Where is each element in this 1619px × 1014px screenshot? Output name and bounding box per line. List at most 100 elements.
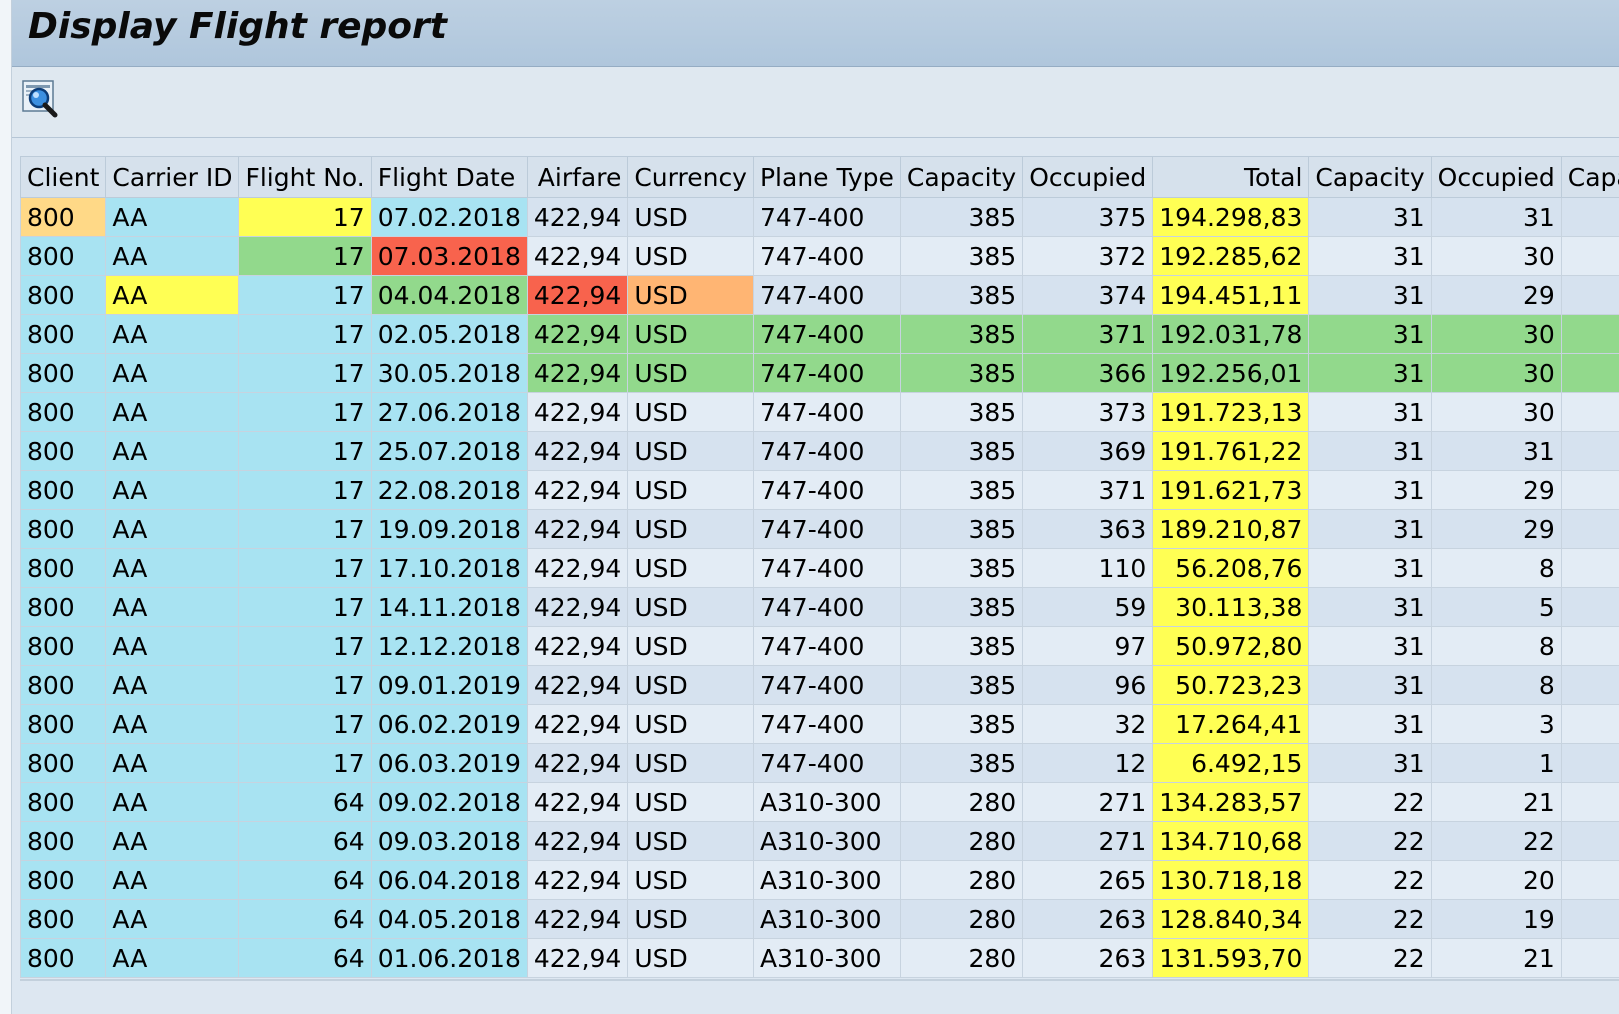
cell-capacity[interactable]: 385 <box>899 431 1024 471</box>
cell-total[interactable]: 6.492,15 <box>1152 743 1310 783</box>
cell-plane-type[interactable]: 747-400 <box>752 626 901 666</box>
cell-occupied[interactable]: 271 <box>1022 782 1154 822</box>
table-row[interactable]: 800 AA 17 06.03.2019 422,94 USD 747-400 385 12 6.… <box>19 743 1619 783</box>
cell-currency[interactable]: USD <box>627 899 754 939</box>
cell-capacity-business[interactable]: 31 <box>1308 548 1432 588</box>
cell-occupied[interactable]: 375 <box>1022 197 1154 237</box>
cell-occupied[interactable]: 97 <box>1022 626 1154 666</box>
cell-client[interactable]: 800 <box>19 197 107 237</box>
cell-capacity-business[interactable]: 31 <box>1308 704 1432 744</box>
cell-flight-no[interactable]: 17 <box>238 548 372 588</box>
cell-flight-no[interactable]: 17 <box>238 704 372 744</box>
cell-flight-date[interactable]: 06.03.2019 <box>370 743 528 783</box>
cell-capacity-first[interactable]: 21 <box>1560 431 1619 471</box>
cell-carrier-id[interactable]: AA <box>105 353 240 393</box>
cell-occupied-business[interactable]: 8 <box>1430 548 1562 588</box>
cell-plane-type[interactable]: 747-400 <box>752 314 901 354</box>
cell-occupied[interactable]: 366 <box>1022 353 1154 393</box>
cell-occupied-business[interactable]: 21 <box>1430 938 1562 978</box>
cell-plane-type[interactable]: 747-400 <box>752 431 901 471</box>
cell-client[interactable]: 800 <box>19 353 107 393</box>
cell-occupied-business[interactable]: 3 <box>1430 704 1562 744</box>
cell-capacity[interactable]: 385 <box>899 626 1024 666</box>
cell-carrier-id[interactable]: AA <box>105 860 240 900</box>
cell-flight-no[interactable]: 17 <box>238 626 372 666</box>
cell-carrier-id[interactable]: AA <box>105 548 240 588</box>
cell-total[interactable]: 128.840,34 <box>1152 899 1310 939</box>
cell-capacity[interactable]: 385 <box>899 509 1024 549</box>
cell-occupied[interactable]: 374 <box>1022 275 1154 315</box>
cell-airfare[interactable]: 422,94 <box>526 860 629 900</box>
column-header-total[interactable]: Total <box>1152 156 1310 198</box>
cell-flight-no[interactable]: 64 <box>238 938 372 978</box>
cell-client[interactable]: 800 <box>19 275 107 315</box>
cell-client[interactable]: 800 <box>19 626 107 666</box>
table-row[interactable]: 800 AA 17 19.09.2018 422,94 USD 747-400 385 363 1… <box>19 509 1619 549</box>
cell-client[interactable]: 800 <box>19 470 107 510</box>
cell-occupied[interactable]: 373 <box>1022 392 1154 432</box>
cell-currency[interactable]: USD <box>627 743 754 783</box>
cell-occupied[interactable]: 263 <box>1022 938 1154 978</box>
cell-capacity-business[interactable]: 31 <box>1308 314 1432 354</box>
cell-capacity-first[interactable]: 21 <box>1560 587 1619 627</box>
cell-capacity-business[interactable]: 31 <box>1308 587 1432 627</box>
cell-occupied[interactable]: 32 <box>1022 704 1154 744</box>
cell-capacity-first[interactable]: 21 <box>1560 743 1619 783</box>
column-header-currency[interactable]: Currency <box>627 156 754 198</box>
cell-occupied-business[interactable]: 29 <box>1430 470 1562 510</box>
cell-client[interactable]: 800 <box>19 821 107 861</box>
cell-capacity-first[interactable]: 21 <box>1560 353 1619 393</box>
cell-flight-date[interactable]: 22.08.2018 <box>370 470 528 510</box>
cell-occupied[interactable]: 371 <box>1022 314 1154 354</box>
cell-plane-type[interactable]: 747-400 <box>752 353 901 393</box>
cell-capacity-business[interactable]: 31 <box>1308 665 1432 705</box>
column-header-flight-date[interactable]: Flight Date <box>370 156 528 198</box>
cell-capacity-business[interactable]: 31 <box>1308 626 1432 666</box>
cell-client[interactable]: 800 <box>19 392 107 432</box>
cell-flight-date[interactable]: 09.02.2018 <box>370 782 528 822</box>
table-row[interactable]: 800 AA 17 12.12.2018 422,94 USD 747-400 385 97 50… <box>19 626 1619 666</box>
cell-capacity-first[interactable]: 10 <box>1560 821 1619 861</box>
cell-occupied[interactable]: 96 <box>1022 665 1154 705</box>
details-button[interactable] <box>22 80 60 118</box>
cell-occupied-business[interactable]: 31 <box>1430 197 1562 237</box>
cell-total[interactable]: 131.593,70 <box>1152 938 1310 978</box>
cell-carrier-id[interactable]: AA <box>105 509 240 549</box>
cell-total[interactable]: 192.031,78 <box>1152 314 1310 354</box>
cell-total[interactable]: 194.298,83 <box>1152 197 1310 237</box>
cell-plane-type[interactable]: A310-300 <box>752 899 901 939</box>
cell-total[interactable]: 17.264,41 <box>1152 704 1310 744</box>
cell-flight-date[interactable]: 12.12.2018 <box>370 626 528 666</box>
column-header-capacity-business[interactable]: Capacity <box>1308 156 1432 198</box>
cell-plane-type[interactable]: A310-300 <box>752 782 901 822</box>
cell-currency[interactable]: USD <box>627 197 754 237</box>
column-header-occupied[interactable]: Occupied <box>1022 156 1154 198</box>
cell-plane-type[interactable]: 747-400 <box>752 704 901 744</box>
table-row[interactable]: 800 AA 64 09.03.2018 422,94 USD A310-300 280 271… <box>19 821 1619 861</box>
cell-capacity-business[interactable]: 22 <box>1308 821 1432 861</box>
cell-capacity-business[interactable]: 31 <box>1308 197 1432 237</box>
cell-flight-date[interactable]: 04.04.2018 <box>370 275 528 315</box>
table-row[interactable]: 800 AA 17 07.02.2018 422,94 USD 747-400 385 375 1… <box>19 197 1619 237</box>
cell-occupied-business[interactable]: 29 <box>1430 509 1562 549</box>
cell-occupied[interactable]: 59 <box>1022 587 1154 627</box>
table-row[interactable]: 800 AA 17 27.06.2018 422,94 USD 747-400 385 373 1… <box>19 392 1619 432</box>
cell-carrier-id[interactable]: AA <box>105 665 240 705</box>
cell-capacity-first[interactable]: 10 <box>1560 938 1619 978</box>
cell-flight-no[interactable]: 17 <box>238 587 372 627</box>
cell-occupied-business[interactable]: 30 <box>1430 236 1562 276</box>
cell-carrier-id[interactable]: AA <box>105 392 240 432</box>
cell-occupied-business[interactable]: 30 <box>1430 392 1562 432</box>
cell-airfare[interactable]: 422,94 <box>526 431 629 471</box>
cell-carrier-id[interactable]: AA <box>105 626 240 666</box>
cell-plane-type[interactable]: 747-400 <box>752 743 901 783</box>
cell-airfare[interactable]: 422,94 <box>526 470 629 510</box>
column-header-capacity-first[interactable]: Capacity <box>1560 156 1619 198</box>
cell-airfare[interactable]: 422,94 <box>526 743 629 783</box>
cell-flight-no[interactable]: 64 <box>238 821 372 861</box>
cell-total[interactable]: 130.718,18 <box>1152 860 1310 900</box>
cell-capacity[interactable]: 385 <box>899 587 1024 627</box>
cell-flight-date[interactable]: 06.02.2019 <box>370 704 528 744</box>
cell-capacity[interactable]: 385 <box>899 470 1024 510</box>
cell-currency[interactable]: USD <box>627 314 754 354</box>
